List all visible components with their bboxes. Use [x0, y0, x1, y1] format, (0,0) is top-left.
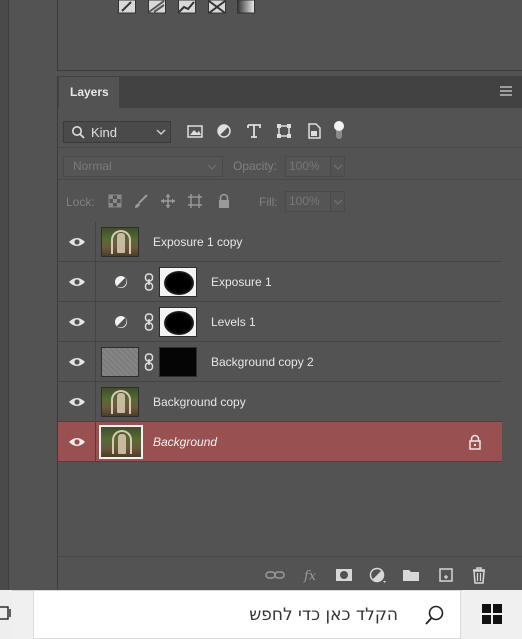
eye-icon [68, 236, 86, 248]
blend-mode-value: Normal [73, 159, 112, 173]
new-layer-icon[interactable] [436, 566, 456, 584]
filter-kind-label: Kind [91, 125, 118, 140]
opacity-dropdown-button[interactable] [331, 156, 345, 177]
layer-mask-thumbnail[interactable] [159, 347, 197, 377]
delete-layer-icon[interactable] [469, 566, 489, 584]
adjustment-layer-icon [114, 315, 128, 329]
layer-row[interactable]: Exposure 1 [58, 262, 502, 302]
eye-icon [68, 316, 86, 328]
link-icon[interactable] [144, 313, 154, 331]
search-icon [424, 604, 446, 626]
adjustments-panel [57, 0, 522, 71]
task-view-icon [0, 605, 12, 623]
fill-label: Fill: [259, 195, 278, 209]
svg-text:fx: fx [303, 569, 317, 584]
search-icon [71, 125, 85, 139]
lock-icon[interactable] [468, 434, 482, 450]
opacity-label: Opacity: [233, 159, 278, 173]
layer-row-selected[interactable]: Background [58, 422, 502, 462]
visibility-toggle[interactable] [58, 382, 96, 422]
new-group-icon[interactable] [401, 566, 421, 584]
new-adjustment-icon[interactable] [368, 566, 388, 584]
layer-thumbnail [101, 387, 139, 417]
layer-list: Exposure 1 copy Exposure 1 Levels 1 Back… [58, 222, 502, 462]
filter-kind-select[interactable]: Kind [63, 121, 171, 143]
layer-row[interactable]: Levels 1 [58, 302, 502, 342]
layer-name[interactable]: Background [153, 435, 217, 449]
left-dock-strip [0, 0, 9, 590]
smart-object-filter-icon[interactable] [305, 122, 323, 140]
link-layers-icon[interactable] [265, 566, 285, 584]
lock-artboard-icon[interactable] [187, 193, 203, 209]
layer-thumbnail [101, 227, 139, 257]
layer-name[interactable]: Background copy 2 [211, 355, 314, 369]
layer-row[interactable]: Background copy [58, 382, 502, 422]
eye-icon [68, 436, 86, 448]
image-filter-icon[interactable] [186, 122, 204, 140]
threshold-icon[interactable] [208, 0, 226, 14]
opacity-input[interactable]: 100% [285, 156, 331, 177]
chevron-down-icon [207, 163, 217, 171]
link-icon[interactable] [144, 273, 154, 291]
brush-adjust-icon[interactable] [118, 0, 136, 14]
layer-row[interactable]: Background copy 2 [58, 342, 502, 382]
visibility-toggle[interactable] [58, 422, 96, 462]
eye-icon [68, 396, 86, 408]
blend-row: Normal Opacity: 100% [58, 147, 522, 180]
search-input[interactable]: הקלד כאן כדי לחפש [249, 605, 398, 625]
layer-name[interactable]: Exposure 1 copy [153, 235, 242, 249]
layer-name[interactable]: Background copy [153, 395, 246, 409]
adjustment-filter-icon[interactable] [215, 122, 233, 140]
fill-input[interactable]: 100% [285, 191, 331, 212]
filter-toggle-icon[interactable] [333, 120, 345, 142]
taskbar-search-box[interactable]: הקלד כאן כדי לחפש [33, 590, 461, 639]
panel-menu-icon[interactable] [499, 85, 513, 97]
layer-mask-thumbnail[interactable] [159, 267, 197, 297]
shape-filter-icon[interactable] [275, 122, 293, 140]
task-view-button[interactable] [0, 590, 12, 639]
lock-position-icon[interactable] [160, 193, 176, 209]
fill-dropdown-button[interactable] [331, 191, 345, 212]
visibility-toggle[interactable] [58, 262, 96, 302]
visibility-toggle[interactable] [58, 342, 96, 382]
layer-name[interactable]: Levels 1 [211, 315, 256, 329]
layers-bottom-toolbar: fx [58, 556, 522, 590]
tab-layers[interactable]: Layers [59, 77, 119, 108]
add-mask-icon[interactable] [334, 566, 354, 584]
blend-mode-select[interactable]: Normal [63, 156, 223, 177]
lock-pixels-icon[interactable] [133, 193, 149, 209]
start-button[interactable] [462, 590, 522, 639]
panel-tab-bar: Layers [58, 76, 522, 108]
layers-panel: Layers Kind Normal Opacity: 100% Lock: F… [57, 76, 522, 590]
chevron-down-icon [156, 128, 166, 136]
visibility-toggle[interactable] [58, 222, 96, 262]
windows-logo-icon [482, 604, 502, 624]
posterize-icon[interactable] [178, 0, 196, 14]
link-icon[interactable] [144, 353, 154, 371]
lock-transparent-icon[interactable] [107, 193, 123, 209]
layer-thumbnail [101, 347, 139, 377]
adjustment-layer-icon [114, 275, 128, 289]
layer-thumbnail [99, 425, 143, 459]
layer-name[interactable]: Exposure 1 [211, 275, 272, 289]
layer-row[interactable]: Exposure 1 copy [58, 222, 502, 262]
gradient-adjust-icon[interactable] [148, 0, 166, 14]
lock-all-icon[interactable] [216, 193, 232, 209]
eye-icon [68, 276, 86, 288]
gradient-map-icon[interactable] [237, 0, 255, 14]
fx-icon[interactable]: fx [302, 566, 322, 584]
visibility-toggle[interactable] [58, 302, 96, 342]
type-filter-icon[interactable] [245, 122, 263, 140]
layer-mask-thumbnail[interactable] [159, 307, 197, 337]
lock-label: Lock: [66, 195, 95, 209]
eye-icon [68, 356, 86, 368]
